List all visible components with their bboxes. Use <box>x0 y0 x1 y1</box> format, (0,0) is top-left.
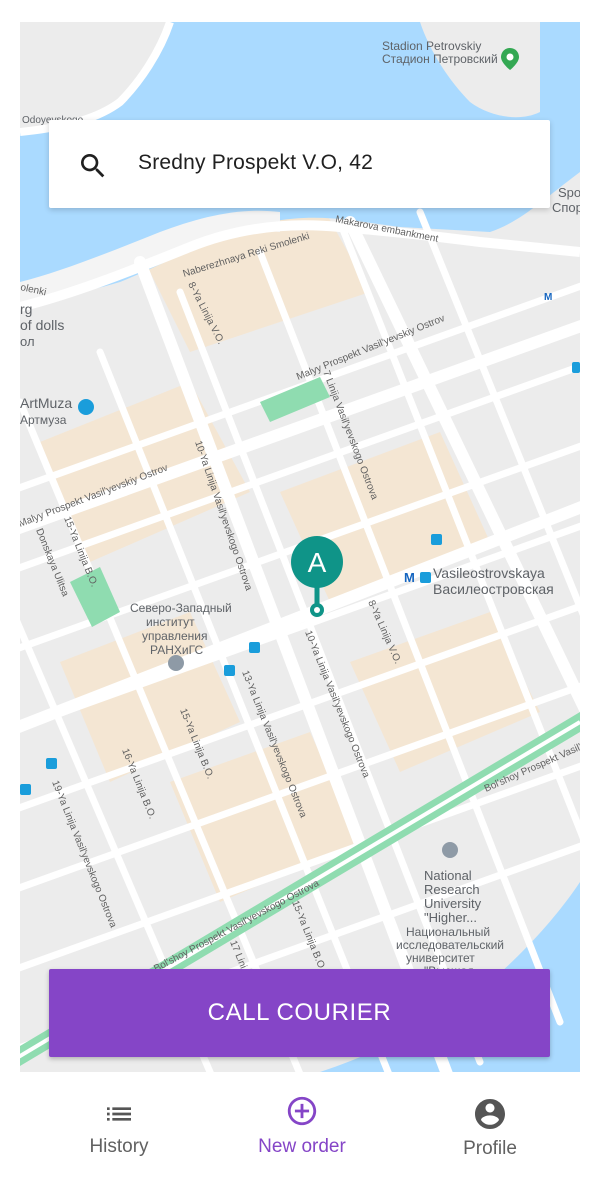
svg-text:Стадион Петровский: Стадион Петровский <box>382 52 498 66</box>
svg-text:Артмуза: Артмуза <box>20 413 67 427</box>
svg-text:National: National <box>424 868 472 883</box>
svg-text:"Higher...: "Higher... <box>424 910 477 925</box>
svg-text:M: M <box>404 570 415 585</box>
nav-item-new-order[interactable]: New order <box>212 1072 392 1200</box>
svg-text:of dolls: of dolls <box>20 317 64 333</box>
svg-text:Северо-Западный: Северо-Западный <box>130 601 232 615</box>
svg-text:Национальный: Национальный <box>406 925 490 939</box>
nav-item-history[interactable]: History <box>29 1072 209 1200</box>
svg-text:Spo: Spo <box>558 185 580 200</box>
svg-text:Vasileostrovskaya: Vasileostrovskaya <box>433 565 545 581</box>
search-input[interactable]: Sredny Prospekt V.O, 42 <box>138 151 373 175</box>
account-circle-icon <box>475 1099 505 1129</box>
svg-text:ArtMuza: ArtMuza <box>20 395 72 411</box>
svg-text:Research: Research <box>424 882 480 897</box>
svg-text:РАНХиГС: РАНХиГС <box>150 643 204 657</box>
svg-text:управления: управления <box>142 629 207 643</box>
add-circle-icon <box>287 1096 317 1126</box>
list-icon <box>107 1107 131 1121</box>
svg-text:M: M <box>544 292 552 303</box>
svg-text:Василеостровская: Василеостровская <box>433 581 554 597</box>
call-courier-button[interactable]: CALL COURIER <box>49 969 550 1057</box>
search-bar[interactable]: Sredny Prospekt V.O, 42 <box>49 120 550 208</box>
svg-text:ол: ол <box>20 334 35 349</box>
svg-text:университет: университет <box>406 951 475 965</box>
svg-text:University: University <box>424 896 482 911</box>
nav-label-profile: Profile <box>463 1138 517 1159</box>
nav-item-profile[interactable]: Profile <box>400 1072 580 1200</box>
nav-label-new-order: New order <box>258 1136 346 1157</box>
search-icon[interactable] <box>77 150 109 182</box>
svg-text:институт: институт <box>146 615 195 629</box>
location-marker-icon[interactable]: A <box>291 536 343 618</box>
bottom-navigation: History New order Profile <box>0 1072 600 1200</box>
nav-label-history: History <box>89 1136 149 1157</box>
marker-label: A <box>308 547 327 578</box>
svg-text:rg: rg <box>20 301 32 317</box>
svg-text:Stadion Petrovskiy: Stadion Petrovskiy <box>382 39 481 53</box>
svg-text:Спор: Спор <box>552 200 580 215</box>
svg-text:исследовательский: исследовательский <box>396 938 504 952</box>
